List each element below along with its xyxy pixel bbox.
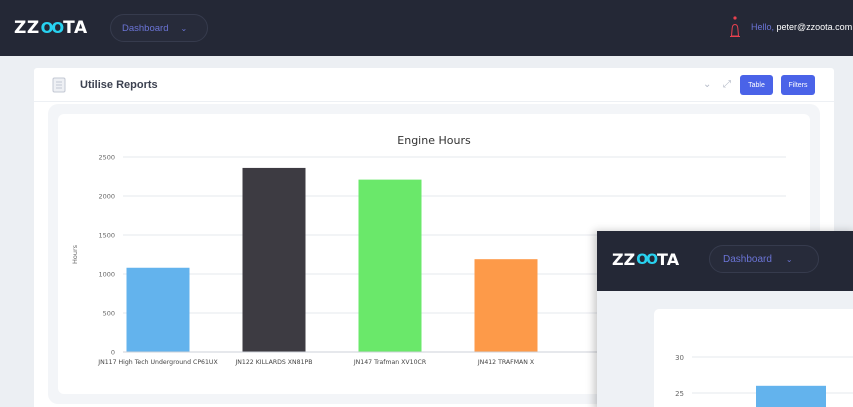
notification-bell-icon[interactable] — [728, 14, 742, 42]
overlay-zzoota-logo[interactable]: ZZ OO TA — [612, 250, 679, 269]
y-tick-label: 2500 — [98, 154, 115, 162]
chevron-down-icon[interactable]: ⌄ — [703, 79, 711, 90]
overlay-dashboard-window: ZZ OO TA Dashboard ⌄ 30 25 — [597, 231, 853, 407]
dashboard-select-label: Dashboard — [723, 253, 772, 265]
x-tick-label: JN117 High Tech Underground CP61UX — [97, 359, 218, 366]
x-tick-label: JN147 Trafman XV10CR — [353, 359, 427, 366]
overlay-navbar: ZZ OO TA Dashboard ⌄ — [597, 231, 853, 291]
filters-button[interactable]: Filters — [781, 75, 815, 95]
expand-icon[interactable]: ⤢ — [723, 79, 731, 90]
zzoota-logo[interactable]: ZZ OO TA — [14, 18, 88, 38]
y-tick-label: 0 — [111, 349, 115, 357]
bar — [358, 179, 422, 352]
y-tick-label: 1000 — [98, 271, 115, 279]
user-greeting[interactable]: Hello, peter@zzoota.com — [751, 22, 852, 32]
x-tick-label: JN412 TRAFMAN X — [477, 359, 535, 366]
card-title: Utilise Reports — [80, 79, 158, 91]
overlay-chart-panel: 30 25 — [654, 309, 853, 407]
y-tick-label: 1500 — [98, 232, 115, 240]
card-header: Utilise Reports ⌄ ⤢ Table Filters — [34, 68, 834, 102]
greeting-label: Hello, — [751, 22, 777, 32]
dashboard-select-label: Dashboard — [122, 22, 169, 34]
document-icon — [52, 77, 66, 93]
bar — [126, 267, 190, 352]
overlay-dashboard-select[interactable]: Dashboard ⌄ — [709, 245, 819, 273]
y-axis-label: Hours — [71, 244, 79, 264]
y-tick-label: 25 — [675, 390, 684, 398]
y-tick-label: 30 — [675, 354, 684, 362]
logo-infinity-mark: OO — [636, 251, 658, 268]
chevron-down-icon: ⌄ — [180, 23, 188, 33]
bar — [756, 385, 826, 407]
logo-text-right: TA — [657, 250, 680, 269]
y-tick-label: 500 — [103, 310, 115, 318]
chevron-down-icon: ⌄ — [785, 254, 793, 264]
table-button[interactable]: Table — [740, 75, 773, 95]
overlay-chart: 30 25 — [675, 354, 853, 407]
logo-text-right: TA — [63, 18, 88, 38]
user-email: peter@zzoota.com — [776, 22, 853, 32]
logo-infinity-mark: OO — [40, 19, 64, 37]
logo-text-left: ZZ — [612, 250, 636, 269]
top-navbar: ZZ OO TA Dashboard ⌄ Hello, peter@zzoota.c… — [0, 0, 853, 56]
y-tick-label: 2000 — [98, 193, 115, 201]
dashboard-select[interactable]: Dashboard ⌄ — [110, 14, 208, 42]
bar — [242, 167, 306, 352]
chart-title: Engine Hours — [397, 134, 471, 147]
logo-text-left: ZZ — [14, 18, 40, 38]
x-tick-label: JN122 KILLARDS XN81PB — [234, 359, 312, 366]
bar — [474, 259, 538, 352]
